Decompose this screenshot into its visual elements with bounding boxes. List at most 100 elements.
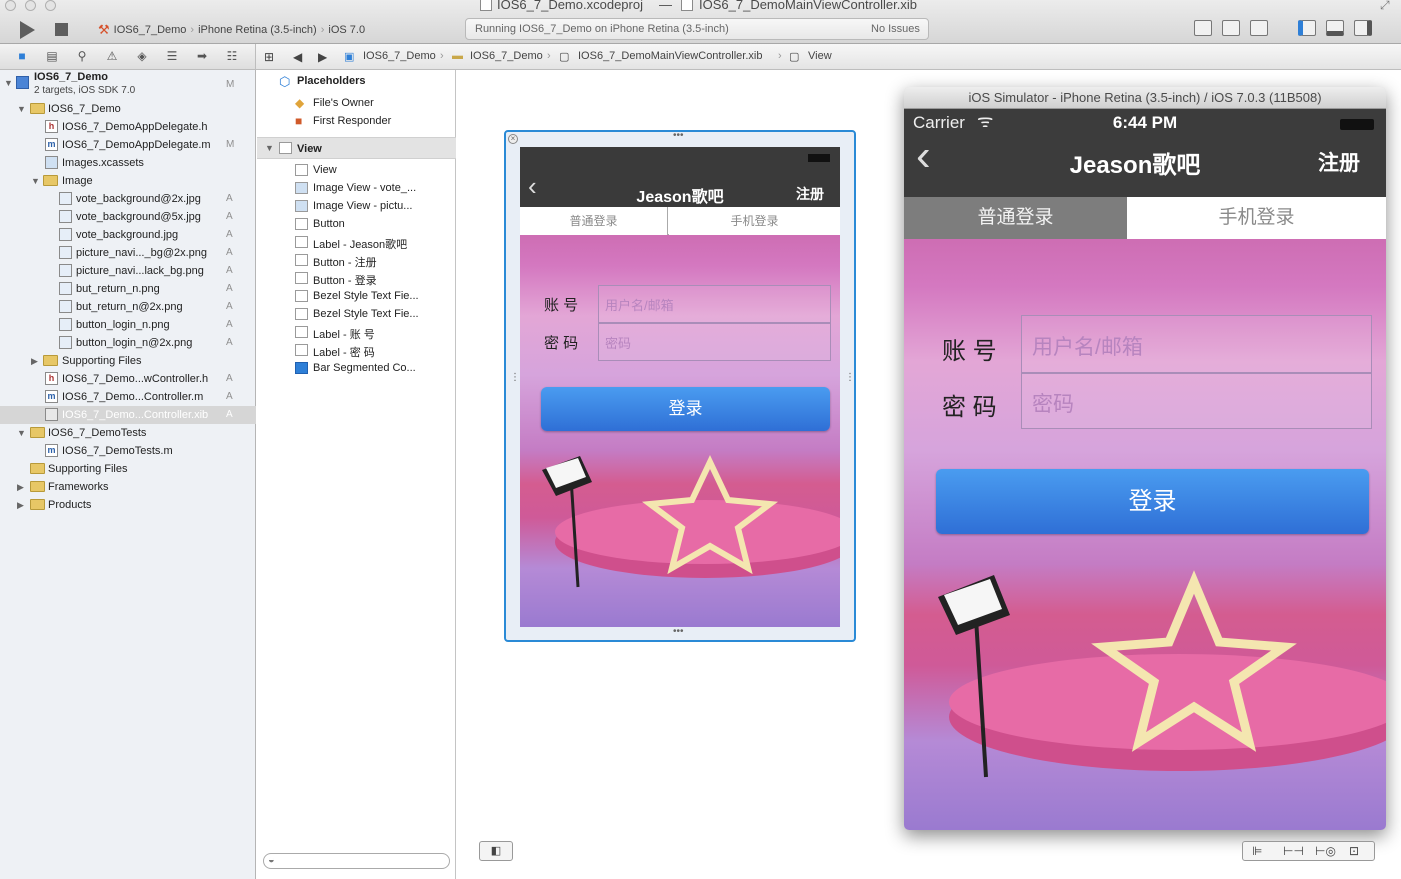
outline-item[interactable]: Button - 注册 bbox=[257, 251, 456, 269]
disclosure-open-icon[interactable]: ▼ bbox=[265, 143, 274, 153]
search-icon[interactable]: ⚲ bbox=[75, 50, 89, 63]
tree-item-file[interactable]: vote_background@5x.jpg A bbox=[0, 208, 256, 226]
disclosure-open-icon[interactable]: ▼ bbox=[31, 176, 40, 186]
disclosure-closed-icon[interactable]: ▶ bbox=[31, 356, 38, 367]
tree-item-file[interactable]: but_return_n@2x.png A bbox=[0, 298, 256, 316]
minimize-window-button[interactable] bbox=[25, 0, 36, 11]
tree-item-group[interactable]: ▶ Products bbox=[0, 496, 256, 514]
account-field[interactable]: 用户名/邮箱 bbox=[598, 285, 831, 323]
navigator-toggle-icon[interactable] bbox=[1298, 20, 1316, 36]
segment-phone-login[interactable]: 手机登录 bbox=[1127, 197, 1386, 239]
segmented-control[interactable]: 普通登录 手机登录 bbox=[904, 197, 1386, 239]
account-field[interactable]: 用户名/邮箱 bbox=[1021, 315, 1372, 373]
segmented-control[interactable]: 普通登录 手机登录 bbox=[520, 207, 840, 235]
log-navigator-icon[interactable]: ☷ bbox=[225, 50, 239, 63]
tree-item-file[interactable]: picture_navi..._bg@2x.png A bbox=[0, 244, 256, 262]
tree-item-file[interactable]: Images.xcassets bbox=[0, 154, 256, 172]
tree-item-file[interactable]: h IOS6_7_Demo...wController.h A bbox=[0, 370, 256, 388]
outline-item[interactable]: Image View - pictu... bbox=[257, 197, 456, 215]
resize-handle-top[interactable]: ••• bbox=[673, 130, 684, 141]
project-navigator-icon[interactable]: ■ bbox=[15, 50, 29, 63]
resizing-icon[interactable]: ⊡ bbox=[1349, 844, 1359, 858]
close-window-button[interactable] bbox=[5, 0, 16, 11]
tree-item-project[interactable]: ▼ IOS6_7_Demo 2 targets, iOS SDK 7.0 M bbox=[0, 70, 256, 98]
breadcrumb-file[interactable]: IOS6_7_DemoMainViewController.xib bbox=[578, 50, 762, 62]
tree-item-group[interactable]: ▶ Supporting Files bbox=[0, 352, 256, 370]
align-icon[interactable]: ⊫ bbox=[1252, 844, 1262, 858]
resolve-issues-icon[interactable]: ⊢◎ bbox=[1315, 844, 1336, 858]
disclosure-closed-icon[interactable]: ▶ bbox=[17, 500, 24, 511]
outline-section-view[interactable]: ▼ View bbox=[257, 137, 456, 159]
outline-item[interactable]: Button bbox=[257, 215, 456, 233]
register-button[interactable]: 注册 bbox=[796, 184, 824, 204]
resize-handle-left[interactable]: ⋮ bbox=[510, 373, 520, 383]
outline-item[interactable]: Button - 登录 bbox=[257, 269, 456, 287]
scheme-selector[interactable]: ⚒ IOS6_7_Demo › iPhone Retina (3.5-inch)… bbox=[98, 22, 365, 38]
outline-item[interactable]: Bezel Style Text Fie... bbox=[257, 287, 456, 305]
run-icon[interactable] bbox=[20, 21, 35, 39]
tree-item-file[interactable]: but_return_n.png A bbox=[0, 280, 256, 298]
back-arrow-icon[interactable]: ◀ bbox=[293, 50, 302, 64]
tree-item-file-selected[interactable]: IOS6_7_Demo...Controller.xib A bbox=[0, 406, 256, 424]
breakpoint-navigator-icon[interactable]: ➡ bbox=[195, 50, 209, 63]
test-navigator-icon[interactable]: ◈ bbox=[135, 50, 149, 63]
outline-filter-field[interactable]: ◒ bbox=[263, 853, 450, 869]
outline-item[interactable]: Label - 密 码 bbox=[257, 341, 456, 359]
segment-phone-login[interactable]: 手机登录 bbox=[669, 207, 840, 235]
outline-item-first-responder[interactable]: ■ First Responder bbox=[257, 112, 456, 130]
tree-item-file[interactable]: button_login_n@2x.png A bbox=[0, 334, 256, 352]
interface-builder-canvas[interactable]: × ••• ••• ⋮ ⋮ ‹ Jeason歌吧 注册 普通登录 手机登录 账 … bbox=[457, 70, 1401, 879]
resize-handle-bottom[interactable]: ••• bbox=[673, 626, 684, 637]
document-outline-toggle-icon[interactable]: ◧ bbox=[479, 841, 513, 861]
tree-item-file[interactable]: m IOS6_7_DemoAppDelegate.m M bbox=[0, 136, 256, 154]
forward-arrow-icon[interactable]: ▶ bbox=[318, 50, 327, 64]
tree-item-file[interactable]: vote_background@2x.jpg A bbox=[0, 190, 256, 208]
outline-item[interactable]: Label - Jeason歌吧 bbox=[257, 233, 456, 251]
tree-item-file[interactable]: button_login_n.png A bbox=[0, 316, 256, 334]
register-button[interactable]: 注册 bbox=[1318, 147, 1360, 177]
outline-section-placeholders[interactable]: ⬡ Placeholders bbox=[257, 72, 456, 90]
stop-icon[interactable] bbox=[55, 23, 68, 36]
related-items-icon[interactable]: ⊞ bbox=[264, 50, 274, 64]
resize-handle-right[interactable]: ⋮ bbox=[845, 373, 855, 383]
fullscreen-icon[interactable]: ⤢ bbox=[1380, 0, 1390, 13]
symbol-navigator-icon[interactable]: ▤ bbox=[45, 50, 59, 63]
tree-item-file[interactable]: picture_navi...lack_bg.png A bbox=[0, 262, 256, 280]
disclosure-open-icon[interactable]: ▼ bbox=[17, 104, 26, 114]
version-editor-icon[interactable] bbox=[1250, 20, 1268, 36]
disclosure-open-icon[interactable]: ▼ bbox=[17, 428, 26, 438]
tree-item-file[interactable]: m IOS6_7_Demo...Controller.m A bbox=[0, 388, 256, 406]
pin-icon[interactable]: ⊢⊣ bbox=[1283, 844, 1304, 858]
assistant-editor-icon[interactable] bbox=[1222, 20, 1240, 36]
close-icon[interactable]: × bbox=[508, 134, 518, 144]
debug-navigator-icon[interactable]: ☰ bbox=[165, 50, 179, 63]
tree-item-group[interactable]: ▶ Supporting Files bbox=[0, 460, 256, 478]
password-field[interactable]: 密码 bbox=[598, 323, 831, 361]
tree-item-group[interactable]: ▶ Frameworks bbox=[0, 478, 256, 496]
outline-item[interactable]: Bezel Style Text Fie... bbox=[257, 305, 456, 323]
disclosure-closed-icon[interactable]: ▶ bbox=[17, 482, 24, 493]
login-button[interactable]: 登录 bbox=[936, 469, 1369, 534]
tree-item-group[interactable]: ▼ IOS6_7_Demo bbox=[0, 100, 256, 118]
segment-normal-login[interactable]: 普通登录 bbox=[904, 197, 1127, 239]
outline-item[interactable]: View bbox=[257, 161, 456, 179]
tree-item-file[interactable]: m IOS6_7_DemoTests.m bbox=[0, 442, 256, 460]
tree-item-group[interactable]: ▼ Image bbox=[0, 172, 256, 190]
breadcrumb-project[interactable]: IOS6_7_Demo bbox=[363, 50, 436, 62]
debug-area-toggle-icon[interactable] bbox=[1326, 20, 1344, 36]
tree-item-file[interactable]: h IOS6_7_DemoAppDelegate.h bbox=[0, 118, 256, 136]
tree-item-group[interactable]: ▼ IOS6_7_DemoTests bbox=[0, 424, 256, 442]
outline-item[interactable]: Image View - vote_... bbox=[257, 179, 456, 197]
standard-editor-icon[interactable] bbox=[1194, 20, 1212, 36]
password-field[interactable]: 密码 bbox=[1021, 373, 1372, 429]
utilities-toggle-icon[interactable] bbox=[1354, 20, 1372, 36]
disclosure-open-icon[interactable]: ▼ bbox=[4, 78, 13, 88]
breadcrumb-group[interactable]: IOS6_7_Demo bbox=[470, 50, 543, 62]
zoom-window-button[interactable] bbox=[45, 0, 56, 11]
outline-item[interactable]: Label - 账 号 bbox=[257, 323, 456, 341]
tree-item-file[interactable]: vote_background.jpg A bbox=[0, 226, 256, 244]
segment-normal-login[interactable]: 普通登录 bbox=[520, 207, 668, 235]
breadcrumb-view[interactable]: View bbox=[808, 50, 832, 62]
issue-navigator-icon[interactable]: ⚠ bbox=[105, 50, 119, 63]
outline-item-files-owner[interactable]: ◆ File's Owner bbox=[257, 94, 456, 112]
